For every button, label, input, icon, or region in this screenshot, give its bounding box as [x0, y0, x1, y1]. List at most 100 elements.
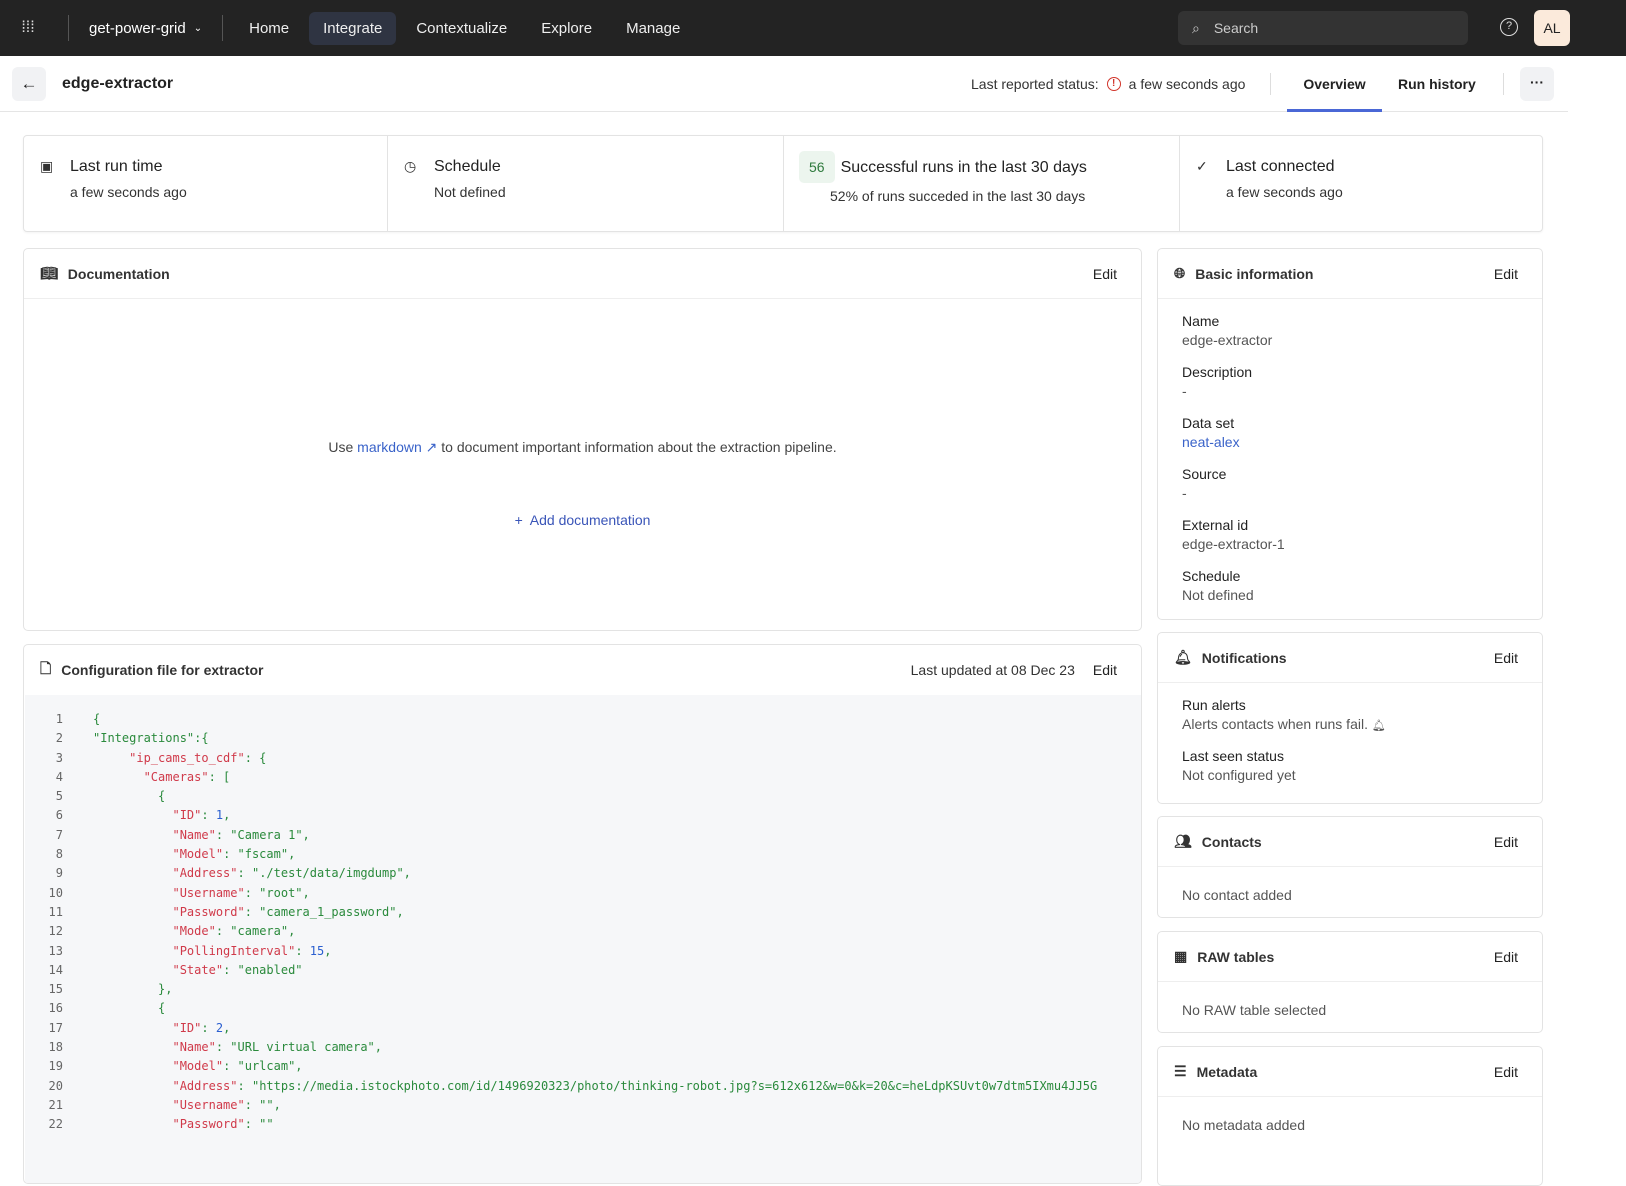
nav-explore[interactable]: Explore: [527, 12, 606, 45]
code-line: 20 "Address": "https://media.istockphoto…: [25, 1079, 1141, 1098]
edit-notifications-button[interactable]: Edit: [1486, 650, 1526, 666]
field-value: edge-extractor: [1182, 332, 1273, 348]
code-token: 15: [309, 943, 325, 958]
code-text: "ip_cams_to_cdf": {: [93, 751, 266, 770]
documentation-hint: Use markdown ↗ to document important inf…: [24, 439, 1141, 456]
code-text: "Password": "camera_1_password",: [93, 904, 404, 924]
divider: [222, 15, 224, 41]
line-number: 12: [48, 924, 63, 939]
field-value: -: [1182, 485, 1187, 501]
code-token: ,: [223, 808, 231, 823]
line-number: 21: [48, 1097, 63, 1112]
code-line: 9 "Address": "./test/data/imgdump",: [25, 866, 1141, 885]
code-token: : "URL virtual camera",: [215, 1040, 383, 1055]
code-token: ,: [324, 943, 332, 958]
book-icon: 📖︎: [40, 265, 58, 281]
tab-run-history[interactable]: Run history: [1382, 57, 1492, 112]
code-line: 19 "Model": "urlcam",: [25, 1059, 1141, 1078]
nav-manage[interactable]: Manage: [612, 12, 694, 45]
divider: [1503, 73, 1504, 95]
code-line: 16 {: [25, 1001, 1141, 1020]
line-number: 8: [55, 847, 63, 862]
last-reported-status: Last reported status:! a few seconds ago: [971, 76, 1245, 92]
edit-config-button[interactable]: Edit: [1085, 662, 1125, 678]
external-link-icon: ↗: [425, 439, 438, 455]
code-token: : "camera",: [215, 924, 296, 939]
stat-successful-runs: 56 Successful runs in the last 30 days 52…: [784, 136, 1180, 231]
code-text: "State": "enabled": [93, 963, 302, 982]
stat-schedule: ◷ Schedule Not defined: [388, 136, 784, 231]
project-selector[interactable]: get-power-grid ⌄: [81, 20, 210, 37]
table-icon: ▦: [1174, 948, 1188, 964]
code-text: "Model": "fscam",: [93, 847, 295, 866]
avatar[interactable]: AL: [1534, 10, 1570, 46]
more-options-button[interactable]: ···: [1520, 67, 1554, 101]
code-token: : "camera_1_password",: [244, 904, 404, 919]
code-text: "Cameras": [: [93, 770, 231, 789]
line-number: 5: [55, 789, 63, 804]
search-input[interactable]: ⌕ Search: [1178, 11, 1468, 45]
help-icon[interactable]: ?: [1500, 18, 1518, 36]
code-line: 12 "Mode": "camera",: [25, 924, 1141, 943]
stat-last-connected: ✓ Last connected a few seconds ago: [1180, 136, 1542, 231]
code-token: {: [93, 789, 166, 804]
field-value: edge-extractor-1: [1182, 536, 1285, 552]
line-number: 17: [48, 1020, 63, 1035]
app-logo-icon[interactable]: ⁞⁞⁞: [0, 19, 56, 37]
code-token: "Model": [172, 1059, 224, 1074]
code-token: :: [295, 943, 310, 958]
edit-raw-tables-button[interactable]: Edit: [1486, 949, 1526, 965]
empty-state: No metadata added: [1182, 1117, 1305, 1133]
add-documentation-button[interactable]: + Add documentation: [24, 512, 1141, 528]
edit-metadata-button[interactable]: Edit: [1486, 1064, 1526, 1080]
code-text: "Address": "https://media.istockphoto.co…: [93, 1079, 1097, 1098]
hint-text: Use: [328, 439, 354, 455]
code-token: {: [93, 712, 101, 726]
field-value: Alerts contacts when runs fail. 🔔︎: [1182, 716, 1518, 732]
code-token: "Password": [172, 904, 245, 919]
markdown-link[interactable]: markdown: [357, 439, 422, 455]
code-token: "Username": [172, 1097, 245, 1112]
config-code-editor[interactable]: 1{2 "Integrations":{3 "ip_cams_to_cdf": {…: [25, 695, 1141, 1183]
edit-contacts-button[interactable]: Edit: [1486, 834, 1526, 850]
stat-title: Schedule: [434, 158, 501, 175]
arrow-left-icon: ←: [20, 74, 38, 93]
field-value: Not defined: [1182, 587, 1254, 603]
more-icon: ···: [1530, 74, 1544, 90]
last-updated: Last updated at 08 Dec 23: [910, 662, 1075, 678]
nav-home[interactable]: Home: [235, 12, 303, 45]
line-number: 4: [55, 769, 63, 784]
data-set-link[interactable]: neat-alex: [1182, 434, 1518, 450]
nav-contextualize[interactable]: Contextualize: [402, 12, 521, 45]
code-token: 2: [215, 1020, 224, 1035]
field-value: Not configured yet: [1182, 767, 1296, 783]
nav-integrate[interactable]: Integrate: [309, 11, 397, 45]
code-token: :: [201, 1020, 216, 1035]
line-number: 15: [48, 982, 63, 997]
edit-documentation-button[interactable]: Edit: [1085, 266, 1125, 282]
code-token: "Name": [172, 1040, 216, 1055]
code-text: },: [93, 982, 172, 1001]
code-token: : "root",: [244, 885, 310, 900]
code-text: {: [93, 1001, 165, 1020]
code-token: "Username": [172, 885, 245, 900]
tab-overview[interactable]: Overview: [1287, 57, 1382, 112]
field-label: Last seen status: [1182, 748, 1284, 764]
add-documentation-label: Add documentation: [529, 512, 651, 528]
stat-value: a few seconds ago: [1226, 184, 1343, 200]
back-button[interactable]: ←: [12, 67, 46, 101]
code-token: : {: [244, 750, 267, 765]
code-token: ,: [223, 1020, 231, 1035]
line-number: 10: [48, 885, 63, 900]
line-number: 11: [48, 904, 63, 919]
config-card: 🗋︎ Configuration file for extractor Last u…: [23, 644, 1142, 1184]
card-title: Contacts: [1201, 833, 1262, 850]
edit-basic-info-button[interactable]: Edit: [1486, 266, 1526, 282]
